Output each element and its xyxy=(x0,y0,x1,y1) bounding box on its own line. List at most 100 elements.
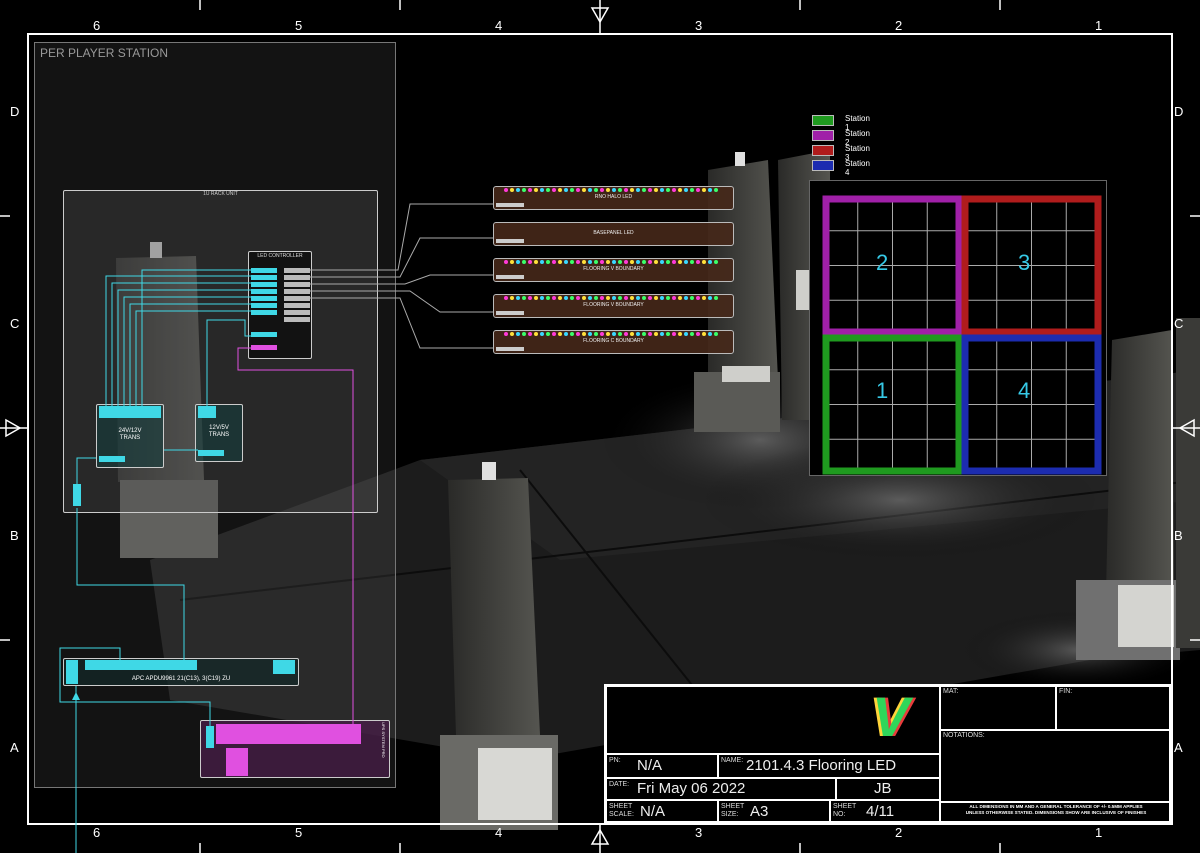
led-dot xyxy=(648,260,652,264)
led-dot xyxy=(516,260,520,264)
pn-value: N/A xyxy=(637,757,663,774)
led-dot xyxy=(630,188,634,192)
led-dot xyxy=(600,332,604,336)
led-dot xyxy=(600,296,604,300)
general-note-line2: UNLESS OTHERWISE STATED. DIMENSIONS SHOW… xyxy=(965,810,1147,815)
led-strip: BASEPANEL LED xyxy=(493,222,734,246)
led-dot xyxy=(588,260,592,264)
led-strip-label: FLOORING V BOUNDARY xyxy=(583,302,644,308)
led-dot xyxy=(636,260,640,264)
led-dot xyxy=(630,332,634,336)
led-dot xyxy=(558,260,562,264)
led-dot xyxy=(630,296,634,300)
led-dot xyxy=(672,296,676,300)
led-dot xyxy=(714,332,718,336)
led-dot xyxy=(504,296,508,300)
scale-label-line2: SCALE: xyxy=(609,811,634,818)
scale-label-line1: SHEET xyxy=(609,803,633,810)
quadrant-number: 1 xyxy=(876,378,889,403)
legend-swatch xyxy=(812,145,834,156)
led-dot xyxy=(528,188,532,192)
sheet-value: 4/11 xyxy=(866,803,895,820)
led-dot xyxy=(570,296,574,300)
led-dot xyxy=(522,332,526,336)
led-strip-label: RNO HALO LED xyxy=(594,194,633,200)
led-strip-label: FLOORING C BOUNDARY xyxy=(583,338,644,344)
led-dot xyxy=(654,332,658,336)
led-dot xyxy=(660,296,664,300)
legend-swatch xyxy=(812,160,834,171)
led-dot xyxy=(660,332,664,336)
name-label: NAME: xyxy=(721,757,744,764)
led-dot xyxy=(714,260,718,264)
led-dot xyxy=(594,332,598,336)
led-dot xyxy=(582,296,586,300)
led-dot xyxy=(660,188,664,192)
led-dot xyxy=(510,332,514,336)
led-strip: RNO HALO LED xyxy=(493,186,734,210)
led-dot xyxy=(606,296,610,300)
size-value: A3 xyxy=(750,803,769,820)
company-logo: V xyxy=(872,685,910,748)
led-dot xyxy=(576,332,580,336)
led-dot xyxy=(618,188,622,192)
led-dot xyxy=(570,260,574,264)
led-dot xyxy=(708,296,712,300)
led-dot xyxy=(654,296,658,300)
led-dot xyxy=(546,296,550,300)
led-dot xyxy=(540,296,544,300)
led-dot xyxy=(600,188,604,192)
led-dot xyxy=(690,332,694,336)
author-value: JB xyxy=(874,780,892,797)
led-dot xyxy=(534,260,538,264)
size-label-line1: SHEET xyxy=(721,803,745,810)
led-dot xyxy=(534,188,538,192)
led-dot xyxy=(690,260,694,264)
led-dot xyxy=(528,260,532,264)
led-dot xyxy=(636,332,640,336)
led-dot xyxy=(546,260,550,264)
led-dot xyxy=(624,332,628,336)
controller-output-ports xyxy=(284,268,310,322)
led-dot xyxy=(552,332,556,336)
led-dot xyxy=(564,260,568,264)
led-dot xyxy=(666,332,670,336)
led-dot xyxy=(612,260,616,264)
led-dot xyxy=(570,332,574,336)
led-dot xyxy=(702,332,706,336)
led-dot xyxy=(552,188,556,192)
led-dot xyxy=(654,188,658,192)
led-strip-label: FLOORING V BOUNDARY xyxy=(583,266,644,272)
quadrant-number: 3 xyxy=(1018,250,1031,275)
led-dot xyxy=(678,332,682,336)
legend-label: Station 4 xyxy=(845,159,870,177)
led-dot xyxy=(714,188,718,192)
fin-cell xyxy=(1056,686,1170,730)
controller-input-ports xyxy=(251,268,277,337)
led-dot xyxy=(558,332,562,336)
led-dot xyxy=(588,188,592,192)
led-dot xyxy=(510,260,514,264)
led-dot xyxy=(708,332,712,336)
led-dot xyxy=(504,332,508,336)
led-dot xyxy=(534,332,538,336)
led-dot xyxy=(612,296,616,300)
led-dot xyxy=(576,260,580,264)
led-dot xyxy=(690,296,694,300)
led-dot xyxy=(558,188,562,192)
led-dot xyxy=(642,188,646,192)
led-dot xyxy=(690,188,694,192)
led-dot xyxy=(696,296,700,300)
led-dot xyxy=(648,332,652,336)
led-dot xyxy=(576,296,580,300)
led-dot xyxy=(684,296,688,300)
led-dot xyxy=(504,188,508,192)
led-dot xyxy=(666,188,670,192)
led-dot xyxy=(594,260,598,264)
led-dot xyxy=(522,296,526,300)
led-dot xyxy=(642,332,646,336)
size-label: SHEET SIZE: xyxy=(721,803,744,819)
led-dot xyxy=(702,260,706,264)
sheet-label-line1: SHEET xyxy=(833,803,857,810)
led-dot xyxy=(564,332,568,336)
